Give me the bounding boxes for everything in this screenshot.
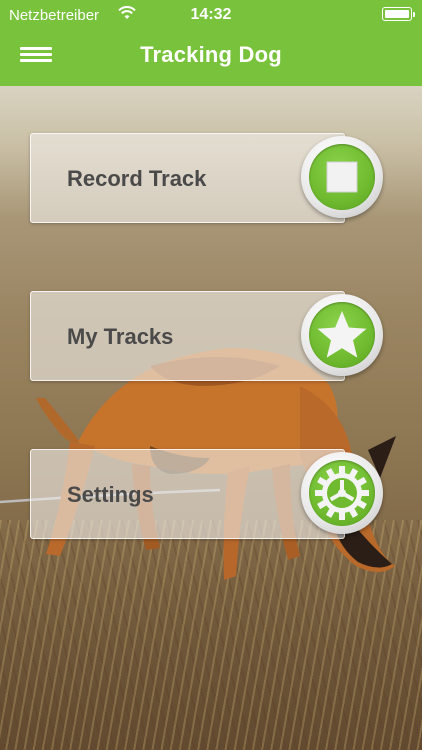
top-bar: Netzbetreiber 14:32 Tracking Dog <box>0 0 422 86</box>
gear-icon[interactable] <box>301 452 383 534</box>
status-bar: Netzbetreiber 14:32 <box>0 0 422 30</box>
my-tracks-label: My Tracks <box>67 324 174 349</box>
record-track-label: Record Track <box>67 166 207 191</box>
battery-icon <box>382 7 415 21</box>
star-icon[interactable] <box>301 294 383 376</box>
status-time: 14:32 <box>190 6 232 23</box>
settings-label: Settings <box>67 482 154 507</box>
page-title: Tracking Dog <box>140 42 282 67</box>
settings-button[interactable]: Settings <box>30 449 383 539</box>
stop-icon[interactable] <box>301 136 383 218</box>
record-track-button[interactable]: Record Track <box>30 133 383 223</box>
my-tracks-button[interactable]: My Tracks <box>30 291 383 381</box>
